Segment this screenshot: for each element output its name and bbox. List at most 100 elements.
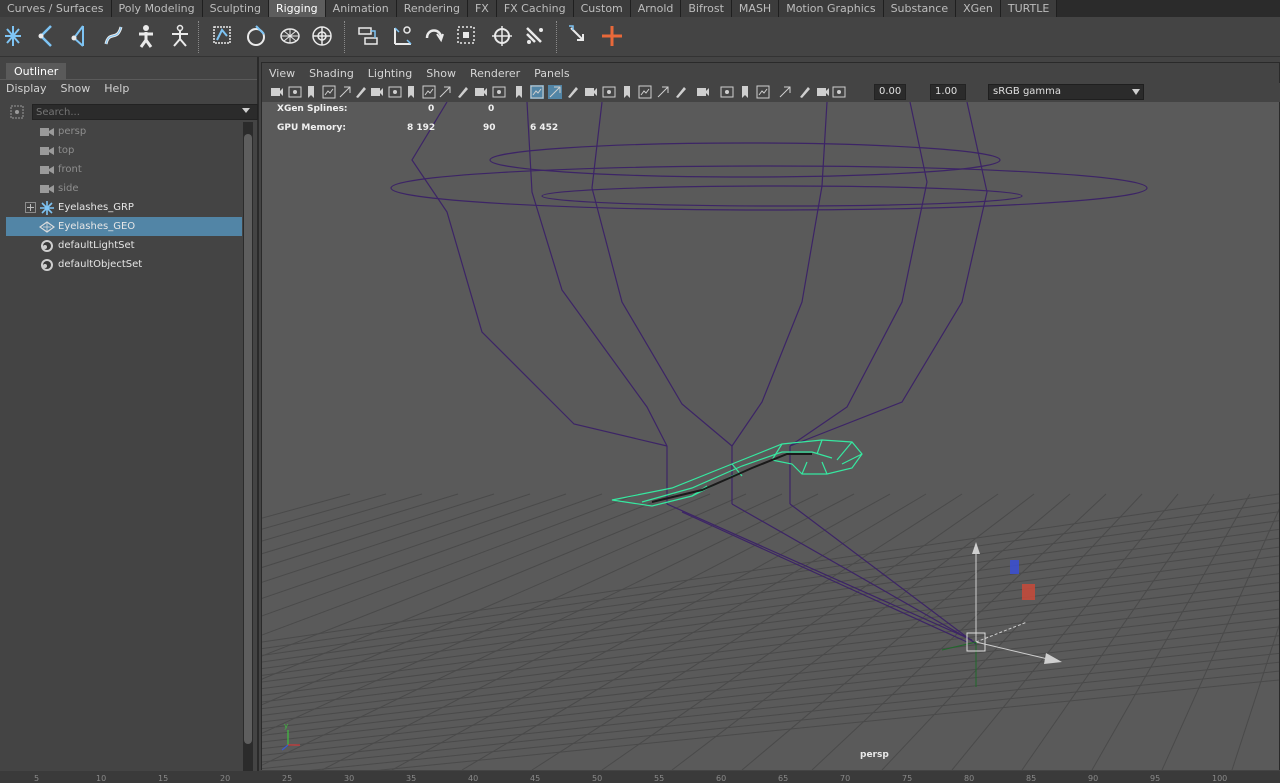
point-constraint-icon[interactable]: [386, 19, 418, 53]
grid-line: [262, 546, 1279, 683]
gamma-icon[interactable]: [798, 85, 812, 99]
shelf-tab-bifrost[interactable]: Bifrost: [681, 0, 732, 17]
paint-skin-weights-icon[interactable]: [240, 19, 272, 53]
shelf-tab-motion-graphics[interactable]: Motion Graphics: [779, 0, 884, 17]
parent-constraint-icon[interactable]: [518, 19, 550, 53]
insert-joint-icon[interactable]: [32, 19, 64, 53]
outliner-item-defaultlightset[interactable]: defaultLightSet: [6, 236, 242, 255]
outliner-item-defaultobjectset[interactable]: defaultObjectSet: [6, 255, 242, 274]
create-joint-icon[interactable]: [0, 19, 32, 53]
shadows-icon[interactable]: [584, 85, 598, 99]
outliner-item-front[interactable]: front: [6, 160, 242, 179]
outliner-list: persp top front side Eyelashes_GRP Eyelashes_…: [6, 122, 242, 274]
orient-constraint-icon[interactable]: [450, 19, 482, 53]
menu-view[interactable]: View: [262, 65, 302, 83]
shelf-tab-substance[interactable]: Substance: [883, 0, 957, 17]
image-plane-icon[interactable]: [322, 85, 336, 99]
textured-icon[interactable]: [548, 85, 562, 99]
shelf-tab-fx-caching[interactable]: FX Caching: [496, 0, 574, 17]
outliner-item-side[interactable]: side: [6, 179, 242, 198]
lattice-icon[interactable]: [306, 19, 338, 53]
menu-shading[interactable]: Shading: [302, 65, 361, 83]
ambient-occlusion-icon[interactable]: [602, 85, 616, 99]
menu-renderer[interactable]: Renderer: [463, 65, 527, 83]
selected-mesh: [611, 439, 863, 507]
quick-rig-icon[interactable]: [130, 19, 162, 53]
outliner-item-eyelashes-geo[interactable]: Eyelashes_GEO: [6, 217, 242, 236]
select-camera-icon[interactable]: [816, 85, 830, 99]
shelf-tab-sculpting[interactable]: Sculpting: [202, 0, 269, 17]
resolution-gate-icon[interactable]: [404, 85, 418, 99]
shelf-tab-mash[interactable]: MASH: [731, 0, 780, 17]
exposure-field[interactable]: 0.00: [874, 84, 906, 100]
use-all-lights-icon[interactable]: [566, 85, 580, 99]
menu-show[interactable]: Show: [419, 65, 463, 83]
bind-skin-icon[interactable]: [206, 19, 238, 53]
scale-constraint-icon[interactable]: [486, 19, 518, 53]
time-slider[interactable]: 5 10 15 20 25 30 35 40 45 50 55 60 65 70 75 80 85 90 95 100: [0, 771, 1280, 783]
field-chart-icon[interactable]: [438, 85, 452, 99]
smooth-shade-icon[interactable]: [512, 85, 526, 99]
wireframe-icon[interactable]: [492, 85, 506, 99]
cluster-icon[interactable]: [352, 19, 384, 53]
two-d-pan-icon[interactable]: [338, 85, 352, 99]
safe-title-icon[interactable]: [474, 85, 488, 99]
xray-joints-icon[interactable]: [696, 85, 710, 99]
menu-panels[interactable]: Panels: [527, 65, 576, 83]
shelf-tab-curves-surfaces[interactable]: Curves / Surfaces: [0, 0, 112, 17]
menu-display[interactable]: Display: [6, 81, 47, 97]
shelf-tab-fx[interactable]: FX: [467, 0, 497, 17]
anti-alias-icon[interactable]: [638, 85, 652, 99]
default-material-icon[interactable]: [530, 85, 544, 99]
chevron-down-icon[interactable]: [242, 108, 250, 113]
shelf-tab-xgen[interactable]: XGen: [956, 0, 1001, 17]
ik-spline-icon[interactable]: [98, 19, 130, 53]
grid-line: [262, 582, 1279, 710]
grease-pencil-icon[interactable]: [354, 85, 368, 99]
hud-icon[interactable]: [756, 85, 770, 99]
expand-icon[interactable]: [25, 202, 36, 213]
scroll-thumb[interactable]: [244, 134, 252, 744]
menu-help[interactable]: Help: [104, 81, 129, 97]
shelf-tab-turtle[interactable]: TURTLE: [1000, 0, 1058, 17]
outliner-item-persp[interactable]: persp: [6, 122, 242, 141]
shelf-tab-custom[interactable]: Custom: [573, 0, 631, 17]
shelf-tab-poly-modeling[interactable]: Poly Modeling: [111, 0, 203, 17]
gate-mask-icon[interactable]: [422, 85, 436, 99]
3d-viewport[interactable]: y XGen Splines: 0 0 GPU Memory: 8 192 90…: [262, 102, 1279, 770]
exposure-icon[interactable]: [778, 85, 792, 99]
shelf-tab-animation[interactable]: Animation: [325, 0, 397, 17]
outliner-item-label: front: [58, 164, 82, 175]
search-input[interactable]: [32, 104, 258, 120]
menu-lighting[interactable]: Lighting: [361, 65, 419, 83]
locator-icon[interactable]: [596, 19, 628, 53]
bookmark-icon[interactable]: [304, 85, 318, 99]
camera-attributes-icon[interactable]: [288, 85, 302, 99]
grid-icon[interactable]: [370, 85, 384, 99]
add-influence-icon[interactable]: [274, 19, 306, 53]
motion-blur-icon[interactable]: [620, 85, 634, 99]
xray-icon[interactable]: [674, 85, 688, 99]
vertical-scrollbar[interactable]: [243, 122, 253, 783]
backface-culling-icon[interactable]: [738, 85, 752, 99]
shelf-tab-rigging[interactable]: Rigging: [268, 0, 326, 17]
menu-show[interactable]: Show: [61, 81, 91, 97]
shelf-tab-arnold[interactable]: Arnold: [630, 0, 682, 17]
pole-vector-icon[interactable]: [562, 19, 594, 53]
color-space-select[interactable]: sRGB gamma: [988, 84, 1144, 100]
outliner-item-top[interactable]: top: [6, 141, 242, 160]
human-ik-icon[interactable]: [164, 19, 196, 53]
filter-icon[interactable]: [10, 105, 24, 119]
outliner-item-eyelashes-grp[interactable]: Eyelashes_GRP: [6, 198, 242, 217]
camera-attributes-icon[interactable]: [832, 85, 846, 99]
depth-of-field-icon[interactable]: [656, 85, 670, 99]
aim-constraint-icon[interactable]: [418, 19, 450, 53]
isolate-select-icon[interactable]: [720, 85, 734, 99]
film-gate-icon[interactable]: [388, 85, 402, 99]
gamma-field[interactable]: 1.00: [930, 84, 966, 100]
outliner-tab[interactable]: Outliner: [6, 63, 67, 80]
safe-action-icon[interactable]: [456, 85, 470, 99]
select-camera-icon[interactable]: [270, 85, 284, 99]
shelf-tab-rendering[interactable]: Rendering: [396, 0, 468, 17]
ik-handle-icon[interactable]: [66, 19, 98, 53]
